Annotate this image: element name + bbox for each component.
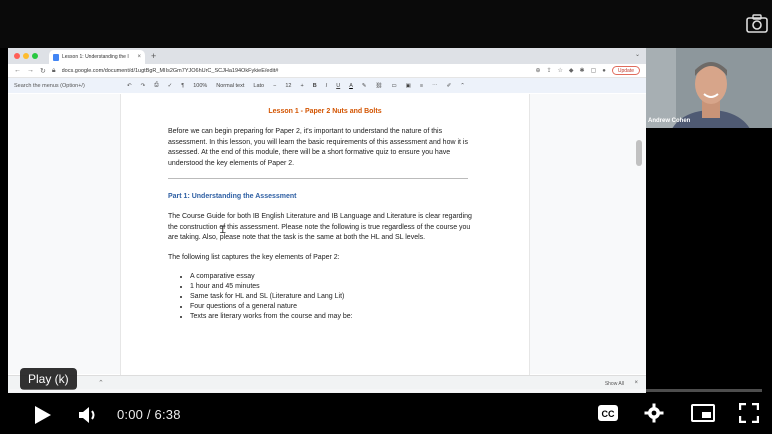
player-top-bar	[0, 0, 772, 48]
tab-strip: Lesson 1: Understanding the I × + ⌄	[8, 48, 646, 64]
tab-title: Lesson 1: Understanding the I	[62, 54, 129, 60]
font-size-increase[interactable]: +	[300, 83, 303, 89]
style-select[interactable]: Normal text	[216, 83, 244, 89]
text-color-button[interactable]: A	[349, 83, 353, 89]
forward-icon[interactable]: →	[27, 67, 34, 74]
document-title: Lesson 1 - Paper 2 Nuts and Bolts	[268, 108, 382, 115]
volume-icon[interactable]	[78, 405, 102, 425]
zoom-icon[interactable]: ⊕	[535, 67, 540, 74]
link-icon[interactable]: ⛓	[375, 83, 382, 89]
presenter-name: Andrew Cohen	[648, 118, 691, 124]
list-intro-paragraph: The following list captures the key elem…	[168, 253, 340, 261]
list-item: Same task for HL and SL (Literature and …	[190, 292, 482, 302]
tab-close-icon[interactable]: ×	[137, 54, 141, 60]
settings-gear-icon[interactable]	[644, 403, 664, 423]
menu-search-input[interactable]: Search the menus (Option+/)	[14, 83, 118, 89]
downloads-close-icon[interactable]: ×	[634, 380, 638, 386]
url-field[interactable]: docs.google.com/document/d/1ugtBgR_MIIs2…	[62, 68, 530, 74]
undo-icon[interactable]: ↶	[127, 83, 132, 89]
print-icon[interactable]: ⎙	[154, 82, 158, 89]
miniplayer-icon[interactable]	[691, 404, 715, 422]
show-all-button[interactable]: Show All	[605, 381, 624, 387]
document-page[interactable]: Lesson 1 - Paper 2 Nuts and Bolts Before…	[120, 94, 530, 384]
part-heading: Part 1: Understanding the Assessment	[168, 193, 297, 200]
tab-search-chevron-icon[interactable]: ⌄	[635, 51, 640, 58]
editing-mode-icon[interactable]: ✐	[447, 83, 452, 89]
list-item: Texts are literary works from the course…	[190, 312, 482, 322]
progress-bar[interactable]	[10, 389, 762, 392]
play-icon[interactable]	[34, 405, 52, 425]
document-scrollbar[interactable]	[636, 140, 642, 166]
minimize-window-dot[interactable]	[23, 53, 29, 59]
collapse-chevron-icon[interactable]: ⌃	[460, 83, 465, 89]
browser-window: Lesson 1: Understanding the I × + ⌄ ← → …	[8, 48, 646, 393]
maximize-window-dot[interactable]	[32, 53, 38, 59]
player-controls: 0:00 / 6:38 CC	[0, 393, 772, 434]
key-elements-list: A comparative essay 1 hour and 45 minute…	[168, 272, 482, 322]
update-button[interactable]: Update	[611, 66, 640, 75]
redo-icon[interactable]: ↷	[141, 83, 146, 89]
extension-icon[interactable]: ◆	[569, 67, 574, 74]
fullscreen-icon[interactable]	[739, 403, 759, 423]
paint-format-icon[interactable]: ¶	[181, 83, 184, 89]
bookmark-star-icon[interactable]: ☆	[558, 67, 563, 74]
browser-tab[interactable]: Lesson 1: Understanding the I ×	[49, 50, 145, 64]
new-tab-button[interactable]: +	[151, 51, 156, 61]
italic-button[interactable]: I	[326, 83, 328, 89]
back-icon[interactable]: ←	[14, 67, 21, 74]
underline-button[interactable]: U	[336, 83, 340, 89]
puzzle-icon[interactable]: ✱	[580, 67, 585, 74]
list-item: Four questions of a general nature	[190, 302, 482, 312]
more-icon[interactable]: ⋯	[432, 83, 438, 89]
horizontal-rule	[168, 178, 468, 179]
align-icon[interactable]: ≡	[420, 83, 423, 89]
caret-up-icon[interactable]: ⌃	[98, 379, 104, 387]
sidebar-icon[interactable]: ▢	[591, 67, 597, 74]
profile-icon[interactable]: ●	[602, 68, 606, 74]
webcam-overlay: Andrew Cohen	[646, 48, 772, 128]
highlight-icon[interactable]: ✎	[362, 83, 367, 89]
captions-label: CC	[602, 409, 615, 419]
bold-button[interactable]: B	[313, 83, 317, 89]
list-item: 1 hour and 45 minutes	[190, 282, 482, 292]
close-window-dot[interactable]	[14, 53, 20, 59]
spellcheck-icon[interactable]: ✓	[168, 83, 173, 89]
play-tooltip: Play (k)	[20, 368, 77, 390]
captions-icon[interactable]: CC	[597, 404, 619, 422]
share-icon[interactable]: ⇪	[547, 67, 552, 74]
image-icon[interactable]: ▣	[406, 83, 411, 89]
font-size-input[interactable]: 12	[285, 83, 291, 89]
lock-icon: 🔒︎	[51, 66, 56, 74]
time-display: 0:00 / 6:38	[117, 407, 181, 422]
video-player[interactable]: Lesson 1: Understanding the I × + ⌄ ← → …	[0, 0, 772, 434]
font-select[interactable]: Lato	[253, 83, 264, 89]
google-docs-icon	[53, 53, 59, 61]
text-cursor-icon: Ɪ	[220, 225, 226, 236]
docs-toolbar: Search the menus (Option+/) ↶ ↷ ⎙ ✓ ¶ 10…	[8, 78, 646, 93]
reload-icon[interactable]: ↻	[40, 67, 46, 75]
camera-icon[interactable]	[746, 14, 768, 34]
course-guide-paragraph: The Course Guide for both IB English Lit…	[168, 213, 472, 241]
zoom-select[interactable]: 100%	[193, 83, 207, 89]
document-canvas[interactable]: Lesson 1 - Paper 2 Nuts and Bolts Before…	[8, 94, 646, 384]
address-bar: ← → ↻ 🔒︎ docs.google.com/document/d/1ugt…	[8, 64, 646, 78]
intro-paragraph: Before we can begin preparing for Paper …	[168, 128, 468, 167]
font-size-decrease[interactable]: −	[273, 83, 276, 89]
list-item: A comparative essay	[190, 272, 482, 282]
comment-icon[interactable]: ▭	[391, 83, 396, 89]
presenter-image	[646, 48, 772, 128]
